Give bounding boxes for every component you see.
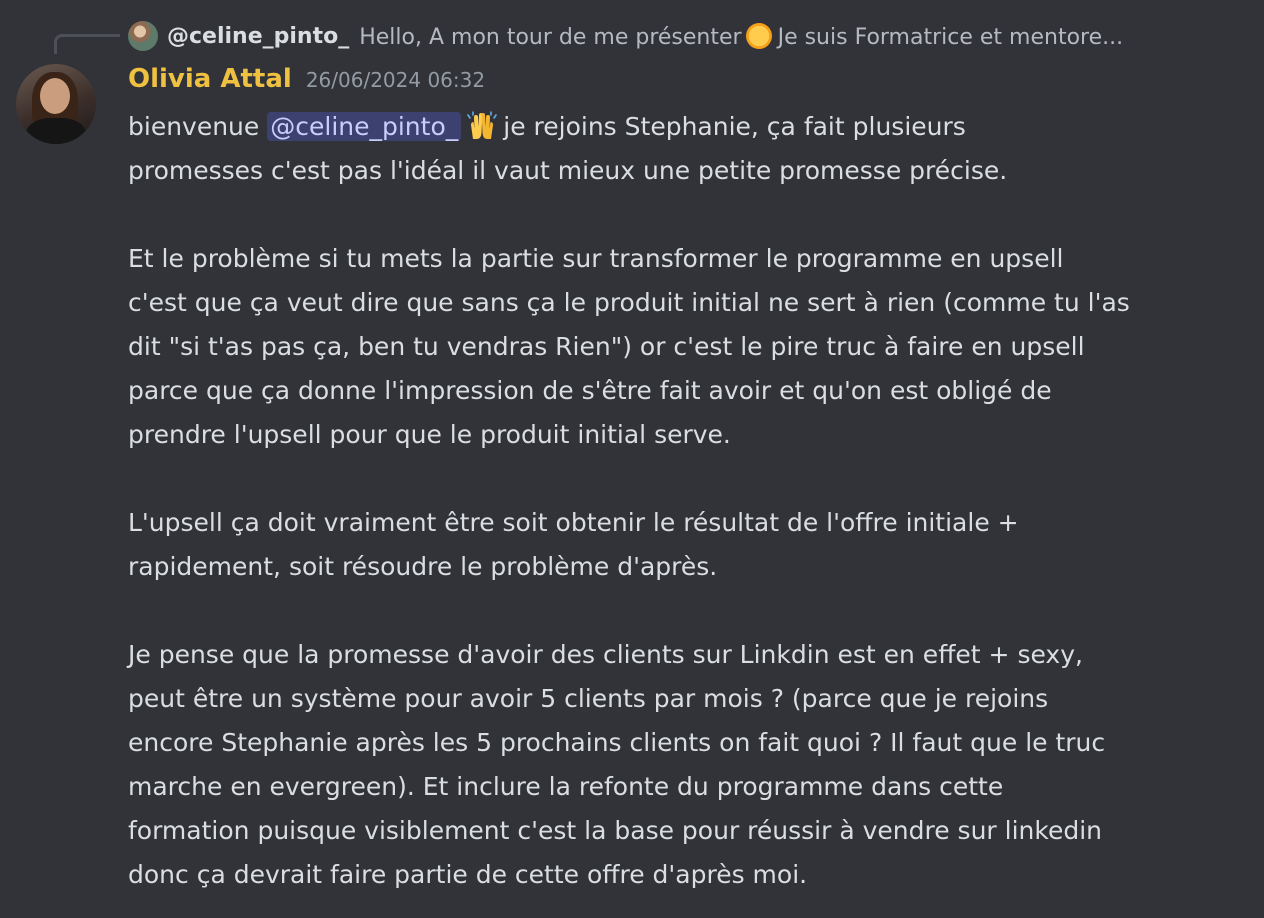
paragraph-line: dit "si t'as pas ça, ben tu vendras Rien… <box>128 332 1085 361</box>
reply-avatar[interactable] <box>128 21 158 51</box>
paragraph-line: donc ça devrait faire partie de cette of… <box>128 860 808 889</box>
paragraph-line: L'upsell ça doit vraiment être soit obte… <box>128 508 1019 537</box>
message-content: bienvenue @celine_pinto_ je rejoins Step… <box>128 105 1238 897</box>
paragraph-line: encore Stephanie après les 5 prochains c… <box>128 728 1106 757</box>
reply-text-end: Je suis Formatrice et mentore... <box>777 24 1124 50</box>
message-timestamp[interactable]: 26/06/2024 06:32 <box>306 68 485 92</box>
paragraph-2: Et le problème si tu mets la partie sur … <box>128 237 1238 457</box>
paragraph-line: parce que ça donne l'impression de s'êtr… <box>128 376 1052 405</box>
paragraph-line: formation puisque visiblement c'est la b… <box>128 816 1103 845</box>
reply-connector <box>54 34 120 54</box>
author-name[interactable]: Olivia Attal <box>128 64 292 94</box>
paragraph-line: marche en evergreen). Et inclure la refo… <box>128 772 1004 801</box>
paragraph-line: Je pense que la promesse d'avoir des cli… <box>128 640 1083 669</box>
paragraph-line: promesses c'est pas l'idéal il vaut mieu… <box>128 156 1008 185</box>
user-mention[interactable]: @celine_pinto_ <box>267 112 462 141</box>
paragraph-4: Je pense que la promesse d'avoir des cli… <box>128 633 1238 897</box>
avatar[interactable] <box>16 64 96 144</box>
chat-message: @celine_pinto_ Hello, A mon tour de me p… <box>0 0 1264 918</box>
sun-with-face-icon <box>745 22 772 49</box>
paragraph-line: Et le problème si tu mets la partie sur … <box>128 244 1064 273</box>
paragraph-line: bienvenue @celine_pinto_ je rejoins Step… <box>128 105 1238 149</box>
paragraph-line: rapidement, soit résoudre le problème d'… <box>128 552 718 581</box>
raising-hands-icon <box>467 111 498 139</box>
reply-text[interactable]: Hello, A mon tour de me présenter Je suis… <box>359 22 1124 50</box>
reply-author[interactable]: @celine_pinto_ <box>167 24 349 49</box>
paragraph-3: L'upsell ça doit vraiment être soit obte… <box>128 501 1238 589</box>
greeting-text: bienvenue <box>128 112 260 141</box>
reply-text-start: Hello, A mon tour de me présenter <box>359 24 742 50</box>
paragraph-line: peut être un système pour avoir 5 client… <box>128 684 1049 713</box>
message-header: Olivia Attal 26/06/2024 06:32 <box>128 64 485 104</box>
text-after-emoji: je rejoins Stephanie, ça fait plusieurs <box>503 112 966 141</box>
reply-preview[interactable]: @celine_pinto_ Hello, A mon tour de me p… <box>128 20 1123 52</box>
paragraph-line: prendre l'upsell pour que le produit ini… <box>128 420 731 449</box>
paragraph-1: bienvenue @celine_pinto_ je rejoins Step… <box>128 105 1238 193</box>
paragraph-line: c'est que ça veut dire que sans ça le pr… <box>128 288 1130 317</box>
